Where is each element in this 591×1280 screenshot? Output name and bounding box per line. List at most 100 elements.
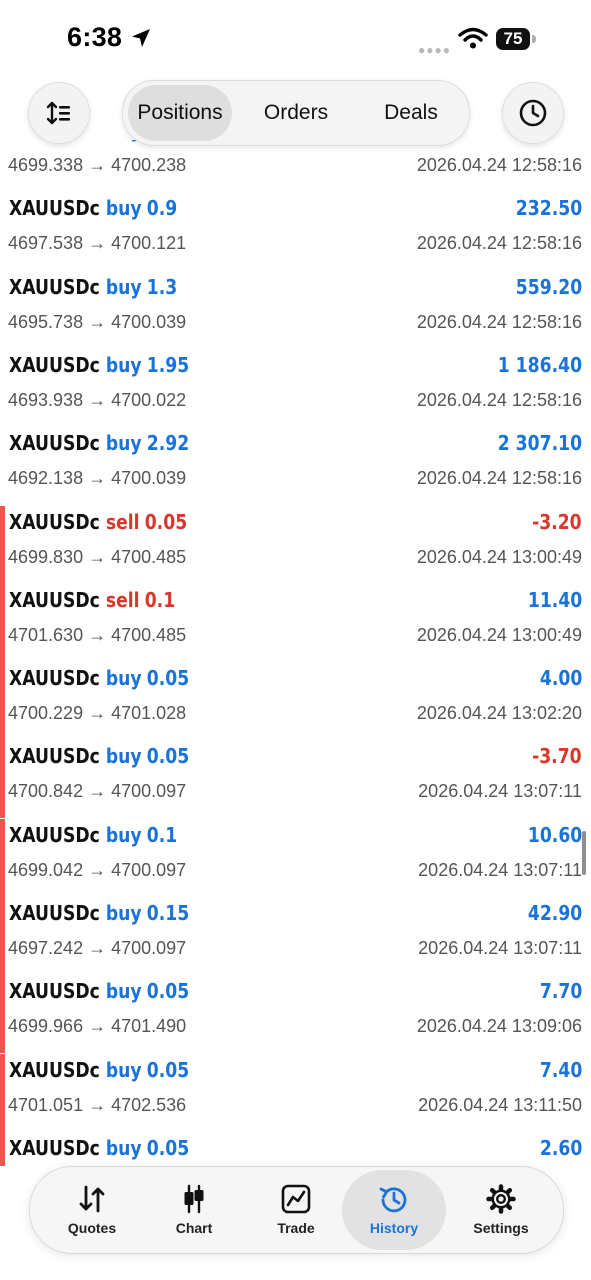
tab-orders[interactable]: Orders — [244, 85, 348, 141]
close-price: 4700.485 — [111, 546, 187, 567]
open-price: 4695.738 — [8, 311, 84, 332]
profit-value: 7.40 — [539, 1057, 582, 1082]
symbol-name: XAUUSDc — [9, 352, 100, 377]
trade-volume: 0.05 — [146, 979, 190, 1004]
close-price: 4700.022 — [111, 389, 187, 410]
tab-chart[interactable]: Chart — [142, 1167, 246, 1253]
sort-button[interactable] — [28, 82, 90, 144]
arrow-right-icon: → — [83, 938, 112, 958]
arrow-right-icon: → — [83, 233, 112, 254]
symbol-name: XAUUSDc — [9, 979, 100, 1004]
deal-marker-bar — [0, 662, 5, 741]
list-item[interactable]: XAUUSDc buy 0.05 4.00 4700.229 → 4701.028 202… — [0, 662, 591, 741]
open-price: 4699.338 — [8, 155, 84, 175]
close-price: 4700.238 — [111, 155, 187, 175]
position-title: XAUUSDc buy — [9, 140, 147, 142]
list-item[interactable]: XAUUSDc buy 1.95 1 186.40 4693.938 → 4700.02… — [0, 349, 591, 427]
tab-deals[interactable]: Deals — [359, 85, 463, 141]
scrollbar[interactable] — [582, 831, 586, 875]
position-title: XAUUSDc buy 0.05 — [9, 1058, 189, 1082]
tab-trade-label: Trade — [277, 1220, 315, 1236]
segmented-control: Positions Orders Deals — [122, 80, 470, 146]
trade-action: buy — [106, 140, 142, 142]
trade-action: buy — [105, 1135, 142, 1160]
position-title: XAUUSDc buy 0.15 — [9, 901, 189, 925]
deal-datetime: 2026.04.24 13:11:50 — [418, 1094, 582, 1115]
list-item[interactable]: XAUUSDc buy 0.1 10.60 4699.042 → 4700.097 202… — [0, 818, 591, 897]
price-range: 4693.938 → 4700.022 — [8, 390, 186, 411]
profit-value: 232.50 — [515, 196, 582, 221]
deal-marker-bar — [0, 740, 5, 819]
status-bar: 6:38 ●●●● 75 — [0, 0, 591, 80]
open-price: 4699.966 — [8, 1016, 84, 1037]
tab-chart-label: Chart — [175, 1220, 213, 1236]
price-range: 4701.051 → 4702.536 — [8, 1095, 186, 1116]
arrow-right-icon: → — [83, 781, 112, 802]
symbol-name: XAUUSDc — [9, 666, 100, 691]
price-range: 4699.966 → 4701.490 — [8, 1016, 186, 1037]
profit-value: 559.20 — [515, 274, 582, 299]
location-arrow-icon — [132, 29, 150, 47]
position-title: XAUUSDc sell 0.05 — [9, 510, 187, 534]
deal-datetime: 2026.04.24 12:58:16 — [416, 311, 582, 332]
arrow-right-icon: → — [83, 311, 112, 332]
tab-trade[interactable]: Trade — [244, 1167, 348, 1253]
status-time: 6:38 — [67, 22, 123, 52]
deal-datetime: 2026.04.24 12:58:16 — [416, 468, 582, 489]
gear-icon — [486, 1184, 516, 1214]
trade-volume: 0.05 — [144, 509, 188, 534]
list-item[interactable]: XAUUSDc sell 0.05 -3.20 4699.830 → 4700.485 2… — [0, 505, 591, 584]
trade-action: buy — [105, 666, 142, 691]
battery-level: 75 — [503, 29, 523, 48]
deal-datetime: 2026.04.24 12:58:16 — [416, 389, 582, 410]
position-title: XAUUSDc sell 0.1 — [9, 588, 175, 612]
trade-action: buy — [105, 744, 142, 769]
trade-action: buy — [105, 431, 142, 456]
symbol-name: XAUUSDc — [9, 431, 100, 456]
deal-marker-bar — [0, 583, 5, 662]
open-price: 4699.042 — [8, 859, 84, 880]
open-price: 4693.938 — [8, 389, 84, 410]
close-price: 4700.121 — [111, 233, 187, 254]
list-item[interactable]: XAUUSDc buy 0.05 2.60 — [0, 1131, 591, 1166]
tab-settings[interactable]: Settings — [449, 1167, 553, 1253]
trade-volume: 0.05 — [146, 744, 190, 769]
deal-datetime: 2026.04.24 13:02:20 — [416, 703, 582, 724]
close-price: 4700.039 — [111, 468, 187, 489]
trade-action: buy — [105, 196, 142, 221]
position-title: XAUUSDc buy 0.9 — [9, 196, 177, 220]
price-range: 4692.138 → 4700.039 — [8, 468, 186, 489]
wifi-icon — [458, 27, 488, 49]
list-item[interactable]: XAUUSDc buy 0.05 7.70 4699.966 → 4701.490 202… — [0, 975, 591, 1054]
list-item[interactable]: XAUUSDc buy 0.05 -3.70 4700.842 → 4700.097 20… — [0, 740, 591, 819]
clock-icon — [519, 99, 547, 127]
list-item[interactable]: XAUUSDc buy 2.92 2 307.10 4692.138 → 4700.03… — [0, 427, 591, 505]
list-item[interactable]: XAUUSDc buy 0.9 232.50 4697.538 → 4700.121 20… — [0, 192, 591, 270]
battery-icon: 75 — [496, 28, 530, 50]
list-item[interactable]: XAUUSDc buy 1.3 559.20 4695.738 → 4700.039 20… — [0, 271, 591, 349]
profit-value: 42.90 — [527, 901, 582, 925]
arrow-right-icon: → — [83, 546, 112, 567]
period-button[interactable] — [502, 82, 564, 144]
tab-positions[interactable]: Positions — [128, 85, 232, 141]
price-range: 4699.830 → 4700.485 — [8, 547, 186, 568]
open-price: 4700.229 — [8, 703, 84, 724]
arrow-right-icon: → — [83, 1094, 112, 1115]
close-price: 4700.485 — [111, 624, 187, 645]
symbol-name: XAUUSDc — [9, 901, 100, 925]
list-item[interactable]: XAUUSDc buy 4699.338 → 4700.238 2026.04.24 … — [0, 140, 591, 192]
open-price: 4700.842 — [8, 781, 84, 802]
list-item[interactable]: XAUUSDc buy 0.05 7.40 4701.051 → 4702.536 202… — [0, 1053, 591, 1132]
list-item[interactable]: XAUUSDc buy 0.15 42.90 4697.242 → 4700.097 20… — [0, 897, 591, 975]
positions-list: XAUUSDcbuy4699.338 → 4700.2382026.04.24 … — [0, 140, 591, 1166]
tab-history[interactable]: History — [342, 1170, 446, 1250]
position-title: XAUUSDc buy 1.95 — [9, 353, 189, 377]
position-title: XAUUSDc buy 0.05 — [9, 1136, 189, 1160]
symbol-name: XAUUSDc — [9, 744, 100, 769]
arrow-right-icon: → — [83, 1016, 112, 1037]
price-range: 4699.338 → 4700.238 — [8, 155, 186, 176]
list-item[interactable]: XAUUSDc sell 0.1 11.40 4701.630 → 4700.485 20… — [0, 583, 591, 662]
open-price: 4692.138 — [8, 468, 84, 489]
tab-quotes[interactable]: Quotes — [40, 1167, 144, 1253]
trade-volume: 0.1 — [144, 587, 176, 612]
